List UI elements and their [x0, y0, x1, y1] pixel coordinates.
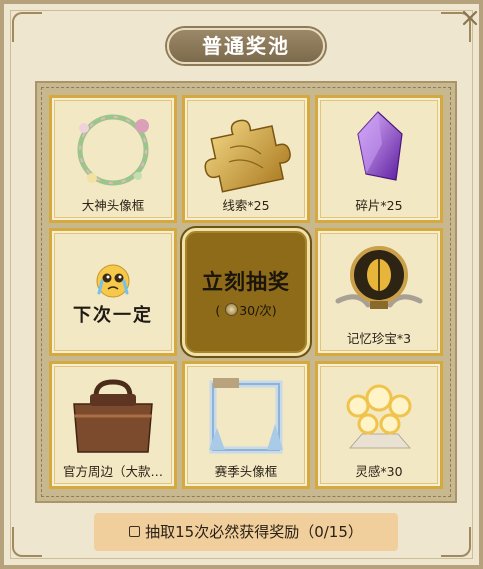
title-banner: 普通奖池: [167, 26, 325, 66]
reward-cell-merch[interactable]: 官方周边（大款…: [49, 361, 177, 489]
reward-cell-fragments[interactable]: 碎片*25: [315, 95, 443, 223]
reward-cell-season-frame[interactable]: 赛季头像框: [182, 361, 310, 489]
guarantee-text: 抽取15次必然获得奖励（0/15）: [145, 523, 363, 541]
lock-icon: [129, 526, 141, 537]
reward-label: 线索*25: [222, 198, 270, 213]
reward-label: 灵感*30: [355, 464, 403, 479]
reward-label: 官方周边（大款…: [62, 464, 163, 479]
golden-orb-treasure-icon: [335, 246, 423, 309]
reward-cell-clues[interactable]: 线索*25: [182, 95, 310, 223]
flower-wreath-frame-icon: [77, 114, 149, 186]
close-icon: [462, 10, 478, 26]
reward-label: 碎片*25: [355, 198, 403, 213]
guarantee-banner: 抽取15次必然获得奖励（0/15）: [94, 513, 398, 551]
lottery-panel: 普通奖池 大神头像框 线索*25 碎片*25 下次一定 立刻抽奖 (30/次)…: [0, 0, 483, 569]
leather-travel-bag-icon: [73, 379, 153, 453]
reward-cell-no-prize[interactable]: 下次一定: [49, 228, 177, 356]
cost-prefix: (: [215, 303, 221, 318]
no-prize-label: 下次一定: [73, 305, 153, 326]
corner-ornament-icon: [12, 12, 42, 42]
purple-crystal-shard-icon: [357, 111, 403, 181]
crying-emoji-icon: [96, 264, 130, 298]
corner-ornament-icon: [12, 527, 42, 557]
draw-button-label: 立刻抽奖: [202, 270, 290, 294]
draw-now-button[interactable]: 立刻抽奖 ( 30/次): [182, 228, 310, 356]
golden-puzzle-piece-icon: [204, 119, 291, 193]
reward-cell-inspiration[interactable]: 灵感*30: [315, 361, 443, 489]
close-button[interactable]: [459, 7, 481, 29]
reward-label: 大神头像框: [81, 198, 145, 213]
pool-title: 普通奖池: [167, 28, 325, 64]
reward-cell-avatar-frame[interactable]: 大神头像框: [49, 95, 177, 223]
ice-crystal-frame-icon: [209, 378, 283, 454]
draw-cost: ( 30/次): [185, 300, 307, 319]
cost-text: 30/次): [239, 303, 277, 318]
coin-icon: [225, 303, 239, 316]
reward-label: 赛季头像框: [214, 464, 278, 479]
reward-cell-memory-treasure[interactable]: 记忆珍宝*3: [315, 228, 443, 356]
glowing-bulbs-icon: [346, 384, 412, 449]
corner-ornament-icon: [441, 527, 471, 557]
reward-label: 记忆珍宝*3: [346, 331, 412, 346]
